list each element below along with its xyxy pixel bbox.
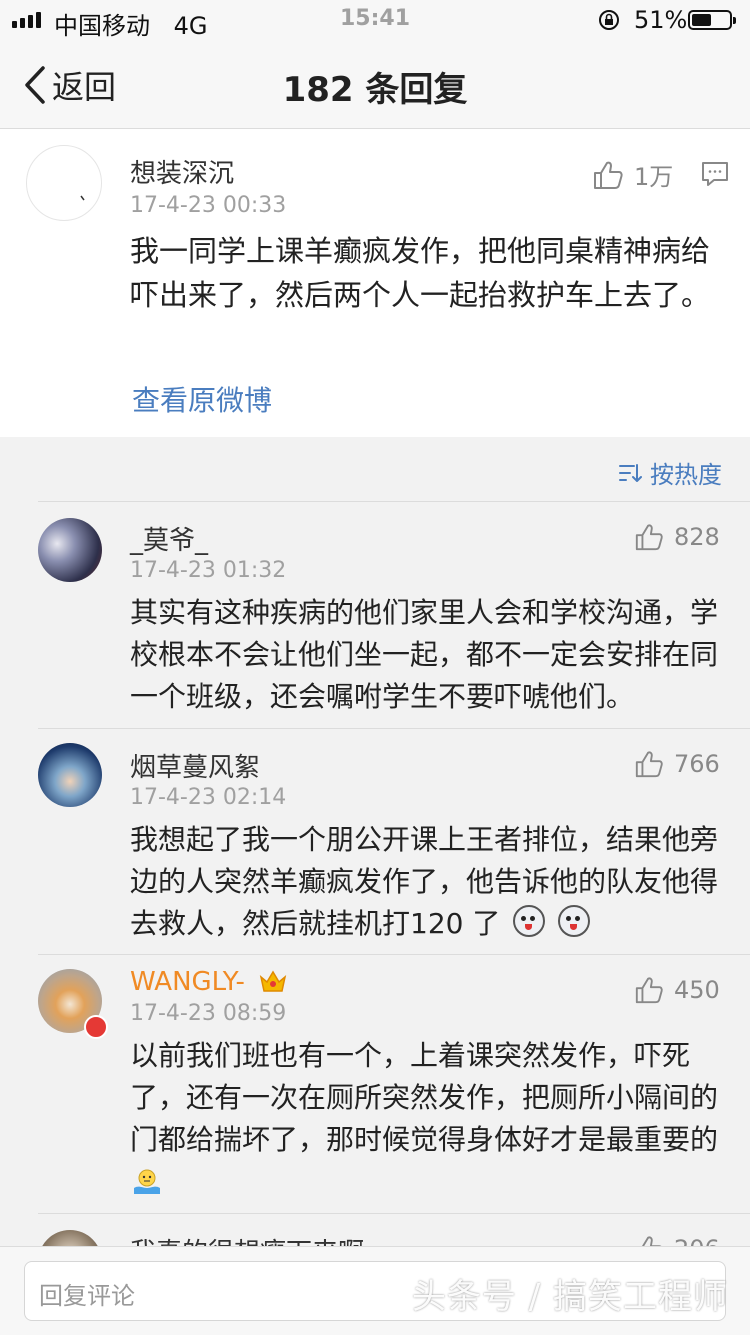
comment-text: 我想起了我一个朋公开课上王者排位，结果他旁边的人突然羊癫疯发作了，他告诉他的队友… [130, 823, 719, 940]
sort-icon [619, 463, 642, 482]
avatar[interactable] [38, 1230, 102, 1246]
comment-icon[interactable] [700, 159, 730, 193]
post-username[interactable]: 想装深沉 [130, 153, 234, 190]
comment-item: 我真的很想瘦下来啊 206 [0, 1214, 750, 1246]
thumbs-up-icon [635, 977, 663, 1004]
comment-like-count: 206 [674, 1235, 720, 1246]
comment-like-count: 766 [674, 750, 720, 778]
post-time: 17-4-23 00:33 [130, 193, 287, 218]
avatar[interactable] [26, 145, 102, 221]
comment-username[interactable]: 我真的很想瘦下来啊 [130, 1232, 364, 1246]
page-title: 182 条回复 [282, 70, 468, 110]
comment-like-button[interactable]: 766 [634, 749, 720, 779]
comment-like-count: 450 [674, 976, 720, 1004]
crown-icon [259, 969, 287, 993]
post-text: 我一同学上课羊癫疯发作，把他同桌精神病给吓出来了，然后两个人一起抬救护车上去了。 [130, 234, 711, 312]
battery-percent: 51% [634, 6, 688, 34]
thumbs-up-icon [594, 161, 623, 189]
thumbs-up-icon [635, 524, 663, 551]
emoji-icon [513, 905, 546, 937]
comment-username[interactable]: 烟草蔓风絮 [130, 747, 260, 784]
sort-button[interactable]: 按热度 [618, 455, 722, 490]
comment-like-button[interactable]: 828 [634, 522, 720, 552]
sort-bar: 按热度 [0, 437, 750, 501]
post-like-count: 1万 [634, 163, 674, 191]
vip-badge-icon [84, 1015, 108, 1039]
view-original-link[interactable]: 查看原微博 [132, 379, 272, 419]
status-bar: 中国移动 4G 15:41 51% [0, 0, 750, 40]
reply-bar: 回复评论 头条号 / 搞笑工程师 [0, 1246, 750, 1335]
comment-username[interactable]: _莫爷_ [130, 520, 208, 557]
thumbs-up-icon [635, 751, 663, 778]
comment-item: _莫爷_ 17-4-23 01:32 828 其实有这种疾病的他们家里人会和学校… [0, 502, 750, 728]
comment-item: WANGLY- 17-4-23 08:59 450 以前我们班也有一个，上着课突… [0, 955, 750, 1213]
comment-username[interactable]: WANGLY- [130, 967, 245, 997]
comment-text: 以前我们班也有一个，上着课突然发作，吓死了，还有一次在厕所突然发作，把厕所小隔间… [130, 1039, 719, 1156]
comment-like-button[interactable]: 206 [634, 1234, 720, 1246]
comment-time: 17-4-23 01:32 [130, 558, 287, 583]
watermark: 头条号 / 搞笑工程师 [411, 1277, 728, 1317]
post-like-button[interactable]: 1万 [592, 157, 673, 192]
comment-like-button[interactable]: 450 [634, 975, 720, 1005]
avatar[interactable] [38, 518, 102, 582]
comment-text: 其实有这种疾病的他们家里人会和学校沟通，学校根本不会让他们坐一起，都不一定会安排… [130, 596, 719, 713]
avatar[interactable] [38, 743, 102, 807]
sort-label: 按热度 [650, 461, 722, 489]
original-post: 想装深沉 17-4-23 00:33 1万 我一同学上课羊癫疯发作，把他同桌精神… [0, 129, 750, 437]
comment-time: 17-4-23 02:14 [130, 785, 287, 810]
thumbs-up-icon [642, 1236, 662, 1246]
comment-like-count: 828 [674, 523, 720, 551]
comment-time: 17-4-23 08:59 [130, 1001, 287, 1026]
battery-icon [688, 10, 736, 30]
emoji-icon [558, 905, 591, 937]
shrug-emoji-icon [132, 1166, 162, 1194]
nav-bar: 返回 182 条回复 [0, 40, 750, 129]
rotation-lock-icon [598, 9, 620, 37]
comment-item: 烟草蔓风絮 17-4-23 02:14 766 我想起了我一个朋公开课上王者排位… [0, 729, 750, 955]
